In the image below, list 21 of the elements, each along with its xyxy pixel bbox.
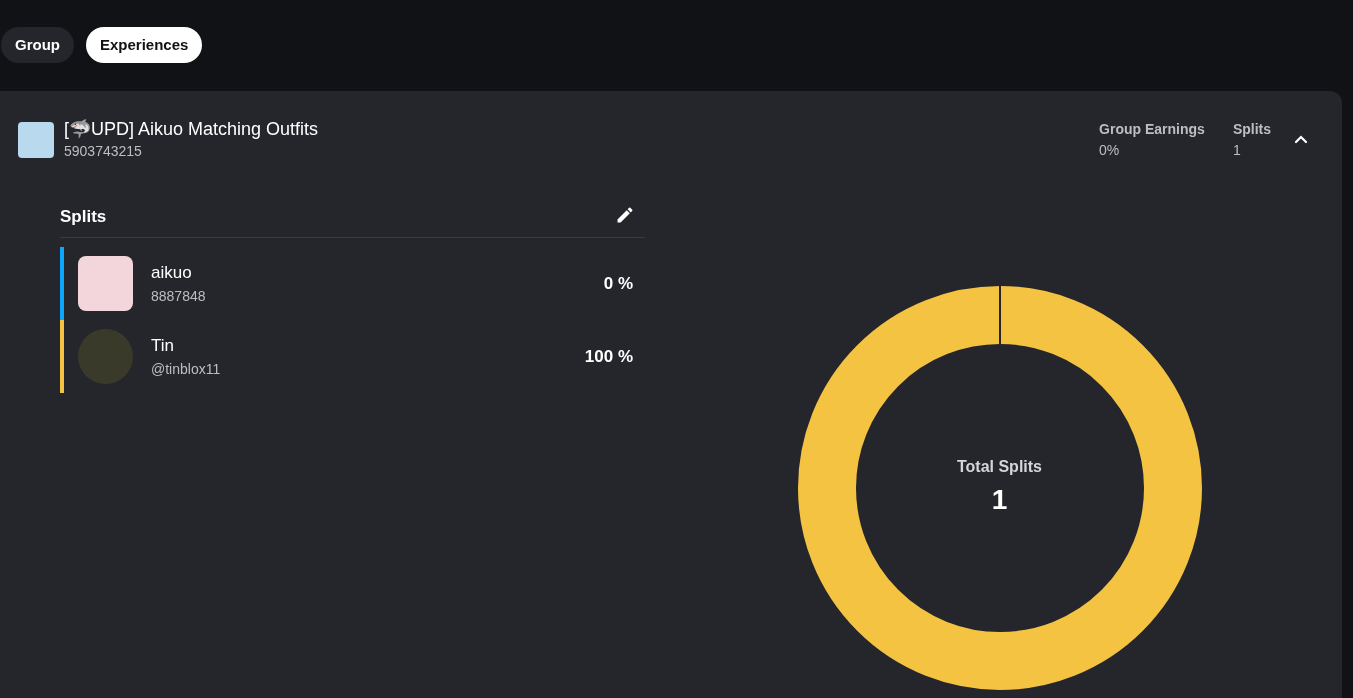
member-name: aikuo: [151, 262, 193, 285]
split-percent: 100 %: [584, 345, 633, 368]
splits-heading: Splits: [60, 205, 107, 228]
filter-tab[interactable]: Experiences: [86, 27, 203, 63]
chevron-icon[interactable]: [1294, 135, 1308, 144]
stat-label: Splits: [1232, 119, 1271, 139]
pencil-icon[interactable]: [615, 204, 635, 225]
experience-title: [🦈UPD] Aikuo Matching Outfits: [64, 118, 320, 141]
stat-value: 0%: [1099, 140, 1121, 160]
member-handle: 8887848: [151, 286, 207, 306]
avatar-placeholder: [78, 256, 133, 311]
stat-label: Group Earnings: [1099, 119, 1205, 139]
split-percent: 0 %: [603, 272, 633, 295]
member-name: Tin: [151, 335, 175, 358]
donut-center-label: Total Splits: [956, 457, 1042, 477]
stat-value: 1: [1232, 140, 1242, 160]
thumbnail-placeholder: [18, 121, 54, 158]
member-handle: @tinblox11: [151, 359, 222, 379]
experience-id: 5903743215: [64, 142, 143, 161]
filter-tab[interactable]: Group: [1, 27, 74, 63]
donut-center-value: 1: [991, 483, 1008, 517]
